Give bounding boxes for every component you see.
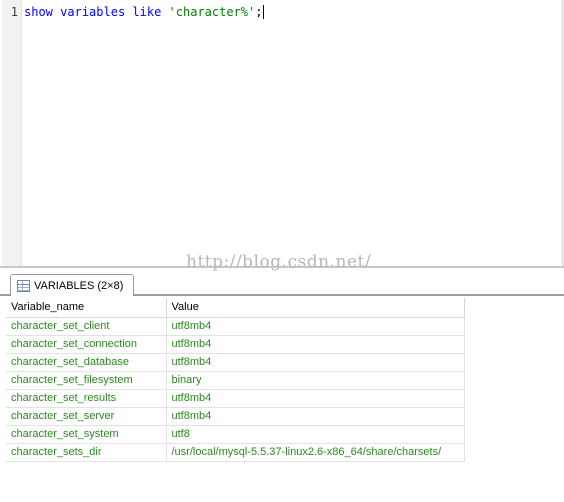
cell-variable-name[interactable]: character_sets_dir [6, 443, 167, 462]
cell-variable-name[interactable]: character_set_filesystem [6, 371, 167, 390]
table-row[interactable]: character_set_client utf8mb4 [6, 317, 465, 336]
cell-value[interactable]: binary [166, 371, 465, 390]
sql-query-text[interactable]: show variables like 'character%'; [24, 5, 265, 19]
watermark-text: http://blog.csdn.net/ [186, 252, 372, 272]
statement-terminator: ; [255, 5, 263, 19]
table-row[interactable]: character_set_connection utf8mb4 [6, 335, 465, 354]
cell-value[interactable]: utf8mb4 [166, 353, 465, 372]
sql-editor[interactable]: 1 show variables like 'character%'; [0, 0, 564, 268]
cell-value[interactable]: utf8mb4 [166, 335, 465, 354]
results-tab-strip: VARIABLES (2×8) [0, 268, 564, 296]
tab-label: VARIABLES (2×8) [34, 279, 124, 292]
cell-value[interactable]: utf8mb4 [166, 407, 465, 426]
cell-variable-name[interactable]: character_set_server [6, 407, 167, 426]
table-row[interactable]: character_set_system utf8 [6, 425, 465, 444]
column-header-variable-name[interactable]: Variable_name [6, 298, 167, 318]
string-literal: 'character%' [168, 5, 256, 19]
result-grid[interactable]: Variable_name Value character_set_client… [6, 298, 465, 462]
keyword-like: like [132, 5, 162, 19]
cell-variable-name[interactable]: character_set_results [6, 389, 167, 408]
table-row[interactable]: character_sets_dir /usr/local/mysql-5.5.… [6, 443, 465, 462]
cell-variable-name[interactable]: character_set_client [6, 317, 167, 336]
table-grid-icon [17, 279, 30, 292]
keyword-show: show [24, 5, 53, 19]
table-row[interactable]: character_set_database utf8mb4 [6, 353, 465, 372]
cell-value[interactable]: /usr/local/mysql-5.5.37-linux2.6-x86_64/… [166, 443, 465, 462]
column-header-value[interactable]: Value [166, 298, 465, 318]
table-row[interactable]: character_set_server utf8mb4 [6, 407, 465, 426]
grid-header-row: Variable_name Value [6, 298, 465, 318]
line-number-gutter: 1 [2, 0, 22, 266]
table-row[interactable]: character_set_results utf8mb4 [6, 389, 465, 408]
cell-variable-name[interactable]: character_set_database [6, 353, 167, 372]
tab-variables-result[interactable]: VARIABLES (2×8) [10, 274, 134, 296]
cell-variable-name[interactable]: character_set_connection [6, 335, 167, 354]
cell-value[interactable]: utf8mb4 [166, 389, 465, 408]
cell-variable-name[interactable]: character_set_system [6, 425, 167, 444]
cell-value[interactable]: utf8 [166, 425, 465, 444]
table-row[interactable]: character_set_filesystem binary [6, 371, 465, 390]
text-caret [263, 5, 265, 19]
line-number: 1 [10, 5, 18, 19]
cell-value[interactable]: utf8mb4 [166, 317, 465, 336]
keyword-variables: variables [60, 5, 126, 19]
